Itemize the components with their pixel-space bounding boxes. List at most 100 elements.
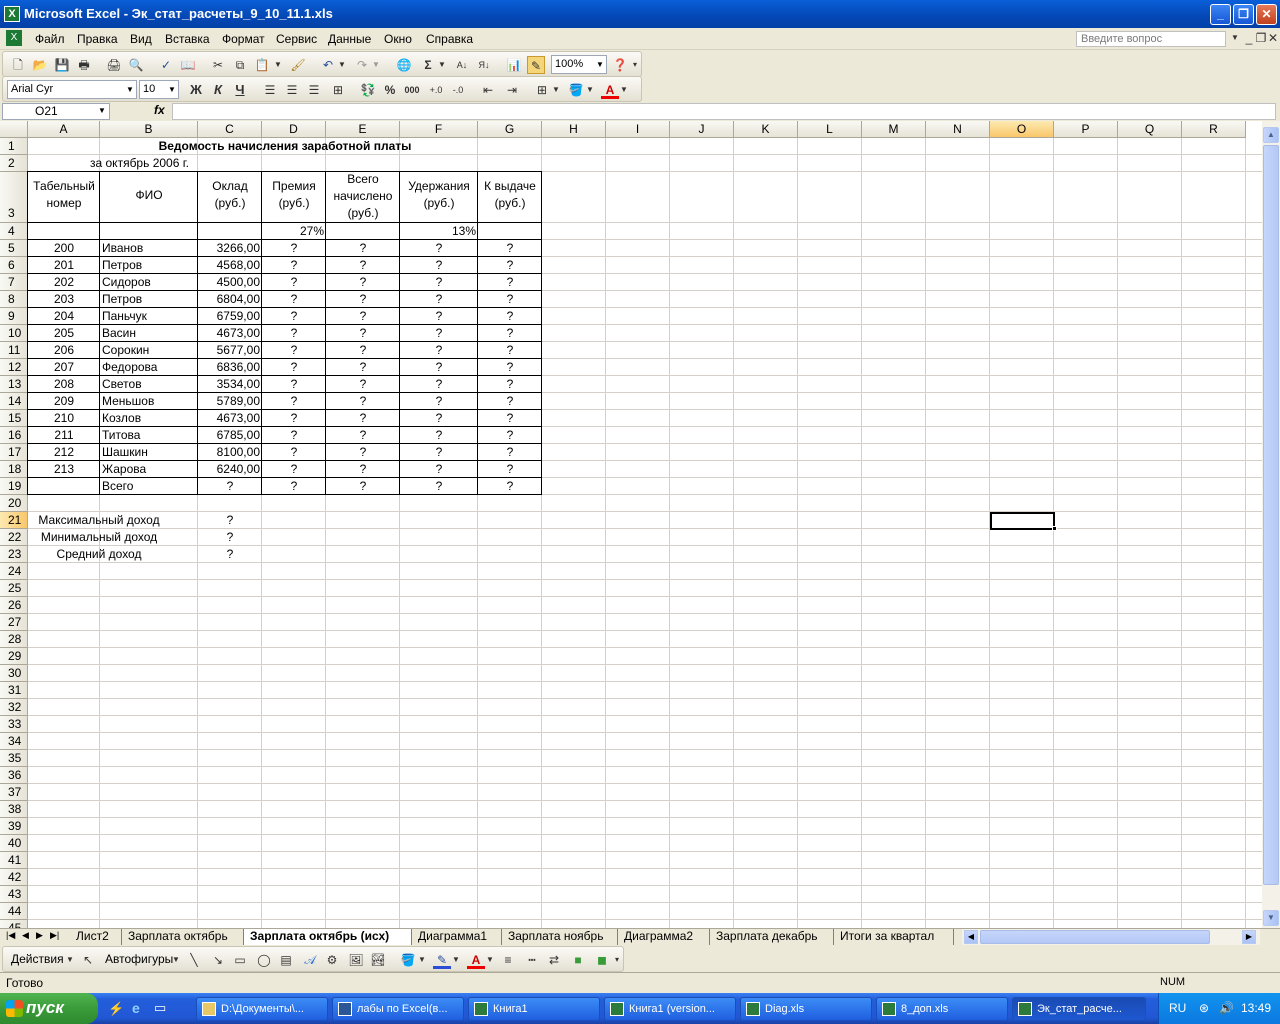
underline-button[interactable]: Ч [231,81,249,99]
deductions-cell[interactable]: ? [400,240,478,257]
menu-tools[interactable]: Сервис [276,32,317,46]
row-header-16[interactable]: 16 [0,427,28,444]
column-header-h[interactable]: H [542,121,606,138]
currency-icon[interactable]: 💱 [359,81,377,99]
row-header-35[interactable]: 35 [0,750,28,767]
redo-dropdown-icon[interactable]: ▼ [371,56,381,74]
bonus-cell[interactable]: ? [262,342,326,359]
row-header-33[interactable]: 33 [0,716,28,733]
total-label-cell[interactable]: Всего [100,478,198,495]
tab-number-cell[interactable]: 204 [28,308,100,325]
line-style-icon[interactable]: ≡ [499,951,517,969]
header-total-accrued[interactable]: Всего начислено (руб.) [326,171,400,222]
last-sheet-icon[interactable]: ▶| [50,930,59,941]
tab-number-cell[interactable]: 200 [28,240,100,257]
fill-color-icon[interactable]: 🪣 [567,81,585,99]
salary-cell[interactable]: 4673,00 [198,410,262,427]
tab-number-cell[interactable]: 202 [28,274,100,291]
column-header-g[interactable]: G [478,121,542,138]
row-header-11[interactable]: 11 [0,342,28,359]
column-header-q[interactable]: Q [1118,121,1182,138]
header-name[interactable]: ФИО [100,187,198,204]
total-value-cell[interactable]: ? [326,478,400,495]
deductions-cell[interactable]: ? [400,342,478,359]
header-salary[interactable]: Оклад (руб.) [198,178,262,212]
column-header-p[interactable]: P [1054,121,1118,138]
sort-ascending-icon[interactable]: A↓ [453,56,471,74]
salary-cell[interactable]: 6240,00 [198,461,262,478]
tab-number-cell[interactable]: 212 [28,444,100,461]
sheet-subtitle[interactable]: за октябрь 2006 г. [90,155,189,172]
select-objects-icon[interactable]: ↖ [79,951,97,969]
toolbar-options-icon[interactable]: ▾ [631,56,639,74]
menu-window[interactable]: Окно [384,32,412,46]
column-header-c[interactable]: C [198,121,262,138]
menu-view[interactable]: Вид [130,32,152,46]
payout-cell[interactable]: ? [478,410,542,427]
increase-decimal-icon[interactable]: +.0 [427,81,445,99]
bonus-cell[interactable]: ? [262,308,326,325]
language-indicator[interactable]: RU [1169,1001,1186,1015]
row-header-39[interactable]: 39 [0,818,28,835]
row-header-36[interactable]: 36 [0,767,28,784]
row-header-34[interactable]: 34 [0,733,28,750]
row-header-22[interactable]: 22 [0,529,28,546]
font-name-select[interactable]: Arial Cyr ▼ [7,80,137,99]
arrow-style-icon[interactable]: ⇄ [545,951,563,969]
sheet-tab[interactable]: Диаграмма1 [412,929,502,946]
total-accrued-cell[interactable]: ? [326,376,400,393]
next-sheet-icon[interactable]: ▶ [36,930,43,941]
scroll-down-icon[interactable]: ▼ [1263,910,1279,926]
scroll-up-icon[interactable]: ▲ [1263,127,1279,143]
taskbar-item[interactable]: 8_доп.xls [876,997,1008,1021]
stat-value-cell[interactable]: ? [198,529,262,546]
actions-dropdown-icon[interactable]: ▼ [65,951,75,969]
taskbar-item[interactable]: D:\Документы\... [196,997,328,1021]
payout-cell[interactable]: ? [478,427,542,444]
sheet-tab[interactable]: Зарплата октябрь [122,929,244,946]
total-accrued-cell[interactable]: ? [326,427,400,444]
drawing-icon[interactable]: ✎ [527,56,545,74]
menu-help[interactable]: Справка [426,32,473,46]
chart-wizard-icon[interactable]: 📊 [505,56,523,74]
payout-cell[interactable]: ? [478,257,542,274]
row-header-4[interactable]: 4 [0,223,28,240]
thousands-button[interactable]: 000 [403,81,421,99]
document-icon[interactable]: X [6,30,22,46]
paste-icon[interactable]: 📋 [253,56,271,74]
bonus-cell[interactable]: ? [262,240,326,257]
cut-icon[interactable]: ✂ [209,56,227,74]
doc-close-button[interactable]: ✕ [1264,29,1280,47]
scroll-thumb[interactable] [1263,145,1279,885]
shadow-icon[interactable]: ■ [569,951,587,969]
line-color-dropdown-icon[interactable]: ▼ [451,951,461,969]
name-cell[interactable]: Козлов [100,410,198,427]
stat-value-cell[interactable]: ? [198,512,262,529]
sheet-tab[interactable]: Зарплата октябрь (исх) [244,929,412,946]
column-header-k[interactable]: K [734,121,798,138]
salary-cell[interactable]: 8100,00 [198,444,262,461]
row-header-13[interactable]: 13 [0,376,28,393]
autoshapes-menu[interactable]: Автофигуры [105,952,173,966]
name-cell[interactable]: Васин [100,325,198,342]
payout-cell[interactable]: ? [478,342,542,359]
tab-number-cell[interactable]: 206 [28,342,100,359]
deductions-cell[interactable]: ? [400,325,478,342]
name-cell[interactable]: Сорокин [100,342,198,359]
minimize-button[interactable]: _ [1210,4,1231,25]
bold-button[interactable]: Ж [187,81,205,99]
tab-number-cell[interactable]: 201 [28,257,100,274]
sort-descending-icon[interactable]: Я↓ [475,56,493,74]
row-header-12[interactable]: 12 [0,359,28,376]
open-icon[interactable]: 📂 [31,56,49,74]
textbox-icon[interactable]: ▤ [277,951,295,969]
formula-input[interactable] [172,103,1276,120]
column-header-i[interactable]: I [606,121,670,138]
bonus-cell[interactable]: ? [262,359,326,376]
ask-question-input[interactable]: Введите вопрос [1076,31,1226,47]
line-icon[interactable]: ╲ [185,951,203,969]
total-accrued-cell[interactable]: ? [326,410,400,427]
fill-dropdown-icon[interactable]: ▼ [417,951,427,969]
toolbar-options-icon[interactable]: ▾ [613,951,621,969]
row-header-3[interactable]: 3 [0,172,28,223]
